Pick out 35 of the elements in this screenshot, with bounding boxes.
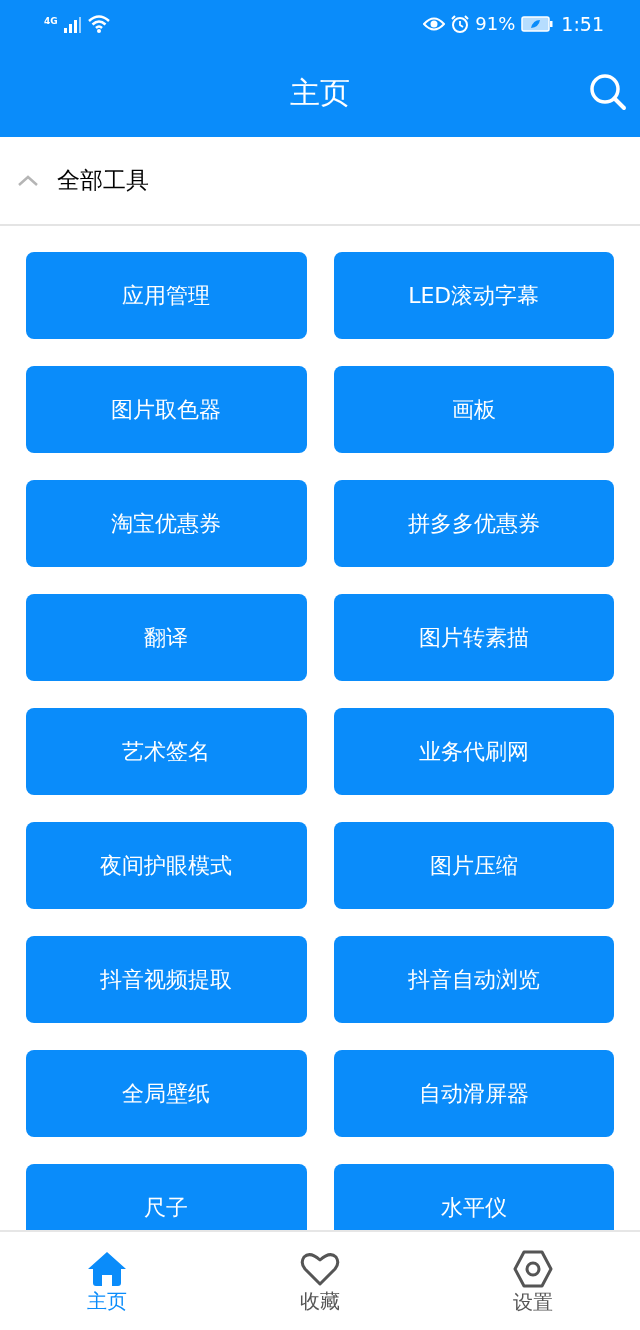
tool-button[interactable]: LED滚动字幕	[333, 252, 614, 339]
home-icon	[86, 1251, 127, 1287]
tool-button[interactable]: 抖音视频提取	[26, 936, 307, 1023]
tool-button[interactable]: 全局壁纸	[26, 1050, 307, 1137]
eye-icon	[423, 17, 446, 31]
alarm-icon	[451, 15, 470, 33]
settings-icon	[513, 1250, 554, 1288]
tool-button[interactable]: 图片转素描	[333, 594, 614, 681]
tool-button[interactable]: 业务代刷网	[333, 708, 614, 795]
tool-button[interactable]: 翻译	[26, 594, 307, 681]
page-title: 主页	[290, 74, 350, 112]
tool-button[interactable]: 淘宝优惠券	[26, 480, 307, 567]
battery-percent: 91%	[475, 15, 516, 33]
clock: 1:51	[561, 14, 604, 34]
tool-button[interactable]: 夜间护眼模式	[26, 822, 307, 909]
tool-button[interactable]: 自动滑屏器	[333, 1050, 614, 1137]
tool-button[interactable]: 应用管理	[26, 252, 307, 339]
heart-icon	[300, 1251, 340, 1287]
tool-button[interactable]: 图片取色器	[26, 366, 307, 453]
signal-icon	[63, 17, 82, 33]
nav-tab[interactable]: 主页	[0, 1232, 214, 1330]
tool-button[interactable]: 图片压缩	[333, 822, 614, 909]
search-button[interactable]	[588, 72, 628, 112]
tool-button[interactable]: 水平仪	[333, 1164, 614, 1230]
nav-tab[interactable]: 设置	[426, 1232, 640, 1330]
tool-button[interactable]: 抖音自动浏览	[333, 936, 614, 1023]
tool-button[interactable]: 艺术签名	[26, 708, 307, 795]
network-type: 4G	[44, 17, 58, 26]
wifi-icon	[87, 15, 110, 33]
tool-button[interactable]: 拼多多优惠券	[333, 480, 614, 567]
tool-button[interactable]: 画板	[333, 366, 614, 453]
nav-tab[interactable]: 收藏	[213, 1232, 427, 1330]
tool-button[interactable]: 尺子	[26, 1164, 307, 1230]
battery-icon	[521, 16, 554, 32]
section-header[interactable]: 全部工具	[0, 137, 640, 226]
